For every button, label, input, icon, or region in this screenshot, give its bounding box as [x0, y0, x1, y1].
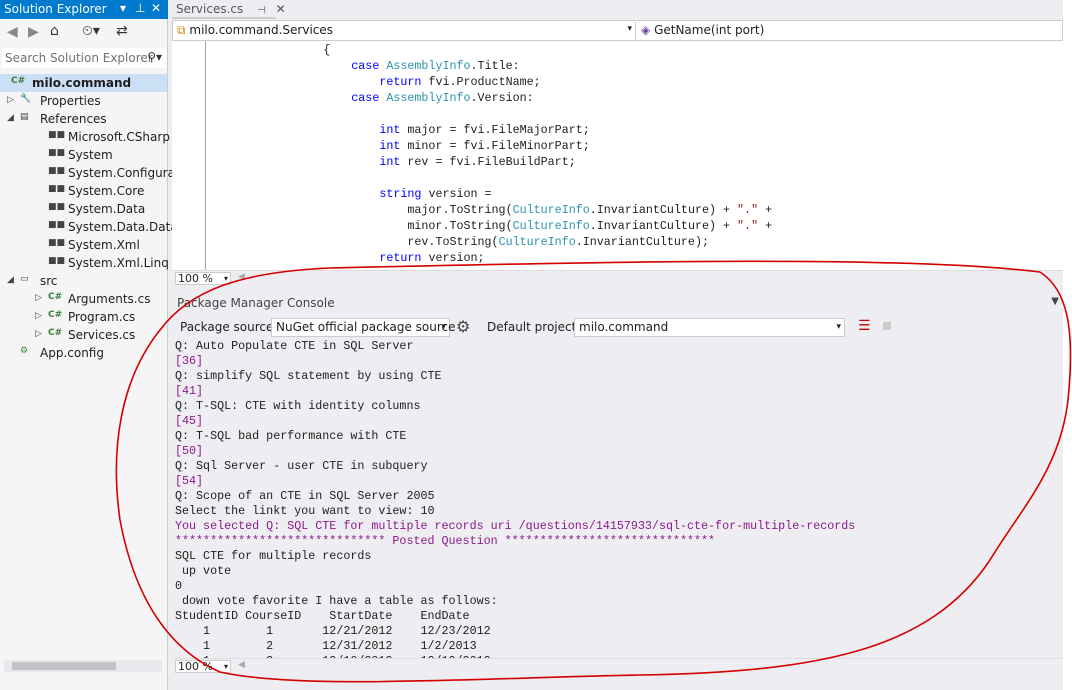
red-annotation-circle — [115, 260, 1072, 683]
